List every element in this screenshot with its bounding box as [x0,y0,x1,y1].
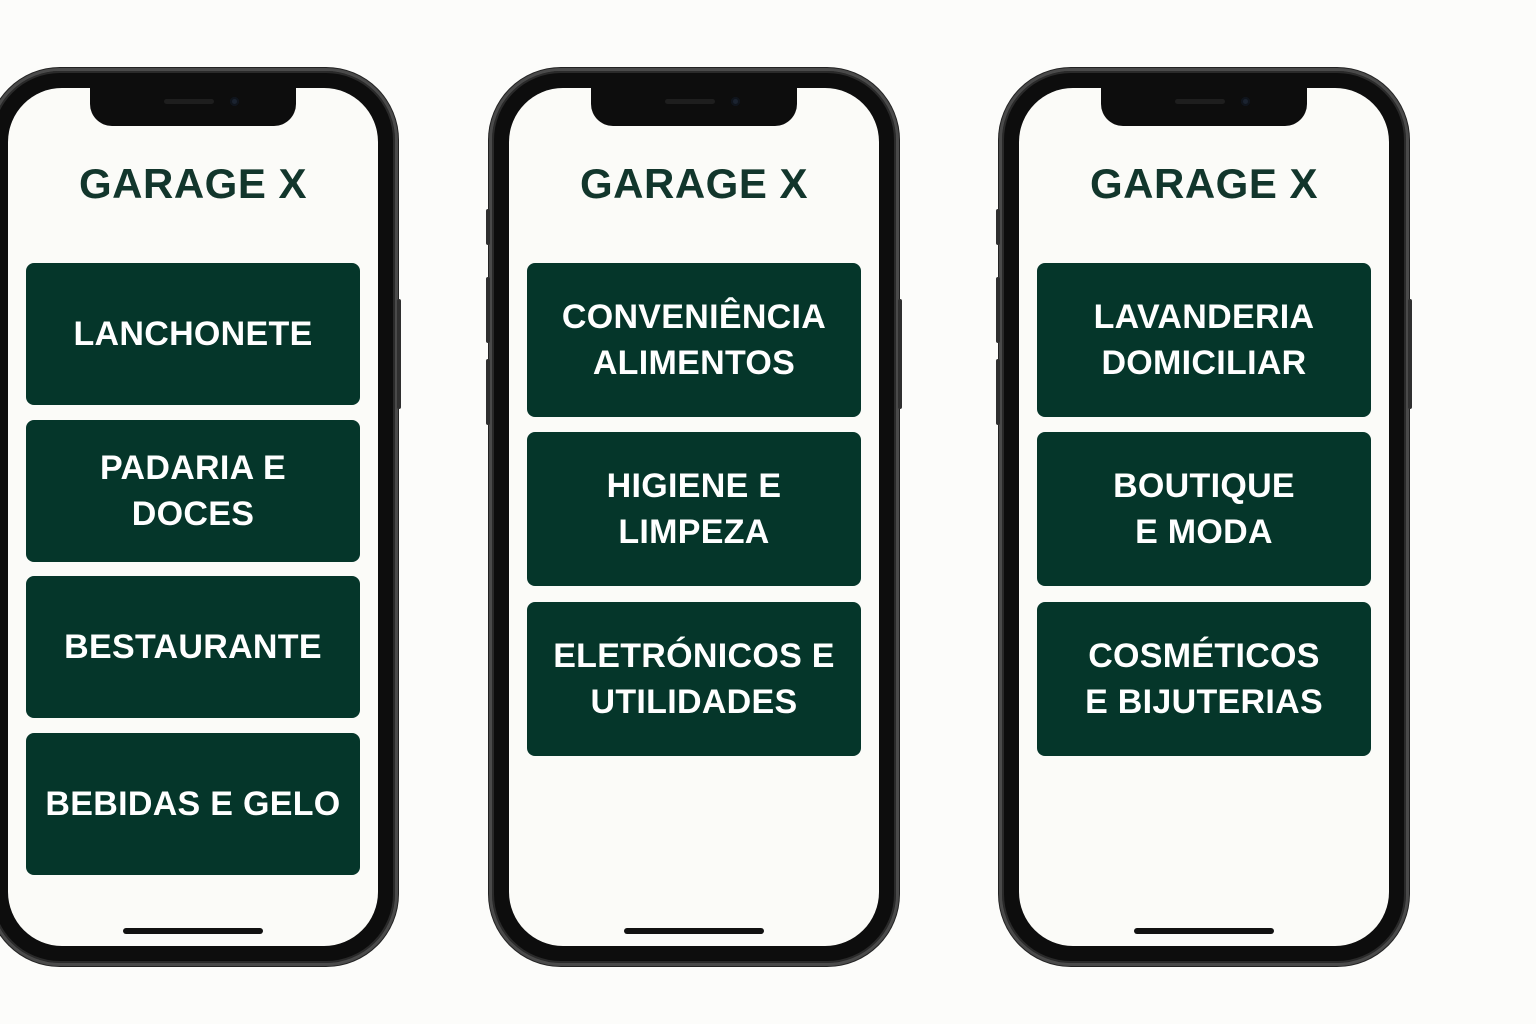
category-button-eletronicos-e-utilidades[interactable]: ELETRÓNICOS E UTILIDADES [527,602,861,756]
power-button [1408,299,1412,409]
category-button-lanchonete[interactable]: LANCHONETE [26,263,360,405]
phone-screen: GARAGE X LAVANDERIA DOMICILIAR BOUTIQUE … [1019,88,1389,946]
home-indicator[interactable] [1134,928,1274,934]
volume-up-button [996,277,1000,343]
app-title: GARAGE X [579,160,809,207]
app-title: GARAGE X [78,160,308,207]
phone-mockup-1: GARAGE X LANCHONETE PADARIA E DOCES BEST… [0,68,401,966]
power-button [898,299,902,409]
front-camera-icon [230,97,239,106]
category-button-higiene-e-limpeza[interactable]: HIGIENE E LIMPEZA [527,432,861,586]
notch [90,88,296,126]
mute-switch [486,209,490,245]
volume-down-button [996,359,1000,425]
home-indicator[interactable] [123,928,263,934]
category-button-lavanderia-domiciliar[interactable]: LAVANDERIA DOMICILIAR [1037,263,1371,417]
category-button-conveniencia-alimentos[interactable]: CONVENIÊNCIA ALIMENTOS [527,263,861,417]
home-indicator[interactable] [624,928,764,934]
speaker-grille [164,99,214,104]
notch [1101,88,1307,126]
notch [591,88,797,126]
front-camera-icon [731,97,740,106]
power-button [397,299,401,409]
phone-screen: GARAGE X CONVENIÊNCIA ALIMENTOS HIGIENE … [509,88,879,946]
mute-switch [996,209,1000,245]
speaker-grille [665,99,715,104]
category-button-bestaurante[interactable]: BESTAURANTE [26,576,360,718]
phone-mockup-3: GARAGE X LAVANDERIA DOMICILIAR BOUTIQUE … [996,68,1412,966]
phone-mockup-2: GARAGE X CONVENIÊNCIA ALIMENTOS HIGIENE … [486,68,902,966]
category-button-padaria-e-doces[interactable]: PADARIA E DOCES [26,420,360,562]
phone-screen: GARAGE X LANCHONETE PADARIA E DOCES BEST… [8,88,378,946]
app-title: GARAGE X [1089,160,1319,207]
category-button-bebidas-e-gelo[interactable]: BEBIDAS E GELO [26,733,360,875]
speaker-grille [1175,99,1225,104]
volume-up-button [486,277,490,343]
category-button-cosmeticos-e-bijuterias[interactable]: COSMÉTICOS E BIJUTERIAS [1037,602,1371,756]
volume-down-button [486,359,490,425]
front-camera-icon [1241,97,1250,106]
category-button-boutique-e-moda[interactable]: BOUTIQUE E MODA [1037,432,1371,586]
